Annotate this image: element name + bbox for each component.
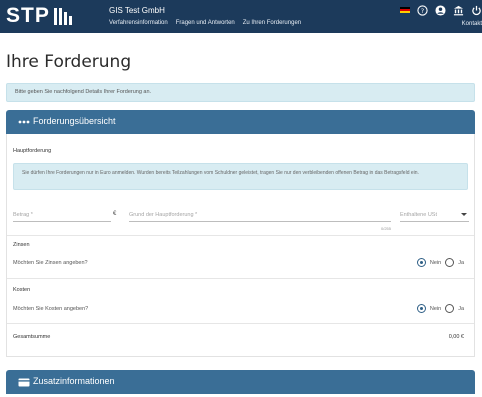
overview-panel-title: Forderungsübersicht [33, 116, 116, 126]
bank-icon[interactable] [453, 5, 464, 16]
currency-label: € [113, 211, 117, 217]
costs-radio-group: Nein Ja [416, 304, 464, 313]
interest-radio-yes-label: Ja [458, 259, 464, 266]
power-icon[interactable] [471, 5, 482, 16]
main-nav: Verfahrensinformation Fragen und Antwort… [109, 20, 301, 26]
divider [7, 323, 474, 324]
divider [7, 278, 474, 279]
main-claim-title: Hauptforderung [13, 148, 52, 154]
company-name: GIS Test GmbH [109, 6, 165, 15]
interest-radio-no-label: Nein [429, 259, 442, 266]
header-icons: ? [400, 4, 482, 16]
costs-radio-no[interactable] [416, 304, 426, 313]
help-icon[interactable]: ? [417, 4, 428, 16]
logo-bars-icon [53, 7, 72, 25]
main-claim-hint: Sie dürfen Ihre Forderungen nur in Euro … [13, 163, 468, 190]
interest-question: Möchten Sie Zinsen angeben? [13, 260, 88, 266]
svg-text:?: ? [421, 6, 424, 14]
stp-logo[interactable]: STP [6, 5, 72, 27]
vat-select-placeholder: Enthaltene USt [400, 212, 437, 218]
nav-item-fragen-und-antworten[interactable]: Fragen und Antworten [176, 20, 235, 26]
info-alert: Bitte geben Sie nachfolgend Details Ihre… [6, 83, 475, 102]
vat-select[interactable]: Enthaltene USt [400, 210, 469, 222]
logo-text: STP [6, 4, 50, 27]
divider [7, 235, 474, 236]
char-counter: 0/255 [381, 226, 392, 231]
card-icon [18, 377, 30, 387]
main-claim-hint-text: Sie dürfen Ihre Forderungen nur in Euro … [22, 170, 419, 176]
interest-radio-group: Nein Ja [416, 258, 464, 267]
user-icon[interactable] [435, 4, 446, 16]
dots-icon [18, 117, 30, 127]
interest-radio-no[interactable] [416, 258, 426, 267]
page-title: Ihre Forderung [6, 52, 132, 72]
costs-title: Kosten [13, 287, 31, 293]
total-label: Gesamtsumme [13, 334, 51, 340]
amount-field-placeholder: Betrag * [13, 212, 33, 218]
claim-reason-field[interactable]: Grund der Hauptforderung * [129, 210, 391, 222]
top-navigation-bar: STP GIS Test GmbH Verfahrensinformation … [0, 0, 482, 33]
nav-item-zu-ihren-forderungen[interactable]: Zu Ihren Forderungen [243, 20, 301, 26]
costs-radio-yes-label: Ja [458, 305, 464, 312]
nav-item-verfahrensinformation[interactable]: Verfahrensinformation [109, 20, 168, 26]
costs-radio-yes[interactable] [445, 304, 455, 313]
costs-radio-no-label: Nein [429, 305, 442, 312]
info-alert-text: Bitte geben Sie nachfolgend Details Ihre… [15, 89, 152, 95]
german-flag-icon[interactable] [400, 6, 410, 14]
contact-link[interactable]: Kontakt [462, 21, 482, 27]
overview-panel-header[interactable]: Forderungsübersicht [6, 110, 475, 134]
amount-field[interactable]: Betrag * [13, 210, 111, 222]
total-value: 0,00 € [448, 334, 464, 340]
claim-reason-placeholder: Grund der Hauptforderung * [129, 212, 198, 218]
additional-info-panel-header[interactable]: Zusatzinformationen [6, 370, 475, 394]
additional-info-panel-title: Zusatzinformationen [33, 376, 115, 386]
overview-panel-body: Hauptforderung Sie dürfen Ihre Forderung… [6, 134, 475, 357]
interest-radio-yes[interactable] [445, 258, 455, 267]
chevron-down-icon [461, 213, 467, 216]
costs-question: Möchten Sie Kosten angeben? [13, 306, 89, 312]
interest-title: Zinsen [13, 242, 30, 248]
